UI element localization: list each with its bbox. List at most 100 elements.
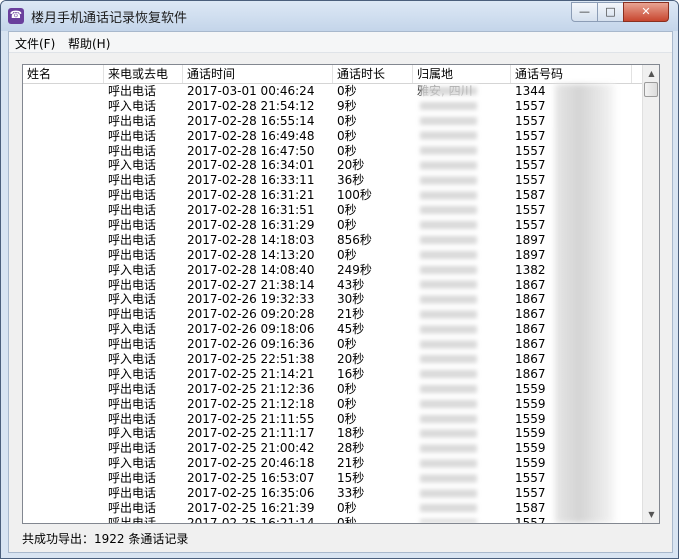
table-cell: 呼出电话: [108, 441, 157, 456]
table-row[interactable]: 呼出电话 2017-02-25 21:12:36 0秒 1559: [23, 382, 643, 397]
table-cell: [27, 397, 103, 412]
table-cell: [27, 173, 103, 188]
table-row[interactable]: 呼出电话2017-03-01 00:46:240秒雅安, 四川1344: [23, 84, 643, 99]
table-cell: 20秒: [337, 352, 365, 367]
table-cell: [27, 158, 103, 173]
table-row[interactable]: 呼出电话 2017-02-28 16:31:21 100秒 1587: [23, 188, 643, 203]
table-cell: 2017-02-28 14:18:03: [187, 232, 315, 247]
table-row[interactable]: 呼出电话 2017-02-28 14:18:03 856秒 1897: [23, 233, 643, 248]
table-row[interactable]: 呼出电话 2017-02-25 21:11:55 0秒 1559: [23, 412, 643, 427]
table-cell: 33秒: [337, 486, 365, 501]
vertical-scrollbar[interactable]: ▲ ▼: [642, 65, 659, 523]
table-row[interactable]: 呼入电话 2017-02-26 19:32:33 30秒 1867: [23, 292, 643, 307]
table-row[interactable]: 呼出电话 2017-02-28 16:31:29 0秒 1557: [23, 218, 643, 233]
table-cell: 2017-02-26 09:16:36: [187, 337, 315, 352]
minimize-button[interactable]: —: [571, 2, 598, 22]
table-cell: 2017-02-28 16:55:14: [187, 113, 315, 128]
column-header-location[interactable]: 归属地: [413, 65, 511, 83]
table-cell: 2017-02-28 14:08:40: [187, 262, 315, 277]
table-row[interactable]: 呼出电话 2017-02-27 21:38:14 43秒 1867: [23, 278, 643, 293]
table-cell: 249秒: [337, 262, 372, 277]
column-header-number[interactable]: 通话号码: [511, 65, 632, 83]
status-text: 共成功导出：1922 条通话记录: [22, 532, 189, 546]
scroll-down-icon[interactable]: ▼: [644, 507, 659, 522]
table-cell: 呼入电话: [108, 456, 157, 471]
column-header-name[interactable]: 姓名: [23, 65, 104, 83]
table-cell: 0秒: [337, 337, 357, 352]
call-log-list[interactable]: 姓名 来电或去电 通话时间 通话时长 归属地 通话号码 呼出电话 2017-03-…: [22, 64, 660, 524]
table-cell: 36秒: [337, 173, 365, 188]
table-row[interactable]: 呼入电话 2017-02-25 21:14:21 16秒 1867: [23, 367, 643, 382]
table-cell: 2017-02-25 16:21:14: [187, 515, 315, 523]
table-row[interactable]: 呼出电话 2017-02-25 16:53:07 15秒 1557: [23, 471, 643, 486]
table-cell: 呼出电话: [108, 396, 157, 411]
scrollbar-thumb[interactable]: [644, 82, 658, 97]
table-cell: 100秒: [337, 188, 372, 203]
table-cell: 2017-02-25 21:11:55: [187, 411, 315, 426]
table-row[interactable]: 呼出电话 2017-02-28 14:13:20 0秒 1897: [23, 248, 643, 263]
table-cell: 呼出电话: [108, 500, 157, 515]
table-cell: 呼出电话: [108, 381, 157, 396]
table-row[interactable]: 呼入电话 2017-02-26 09:18:06 45秒 1867: [23, 322, 643, 337]
close-button[interactable]: ✕: [623, 2, 669, 22]
table-cell: 0秒: [337, 411, 357, 426]
table-cell: [27, 188, 103, 203]
table-row[interactable]: 呼入电话 2017-02-25 22:51:38 20秒 1867: [23, 352, 643, 367]
table-row[interactable]: 呼入电话 2017-02-28 16:34:01 20秒 1557: [23, 158, 643, 173]
table-cell: 呼入电话: [108, 366, 157, 381]
table-row[interactable]: 呼入电话 2017-02-28 21:54:12 9秒 1557: [23, 99, 643, 114]
table-cell: 2017-02-28 16:47:50: [187, 143, 315, 158]
table-row[interactable]: 呼出电话 2017-02-25 21:12:18 0秒 1559: [23, 397, 643, 412]
table-row[interactable]: 呼入电话 2017-02-25 20:46:18 21秒 1559: [23, 456, 643, 471]
table-row[interactable]: 呼出电话 2017-02-28 16:31:51 0秒 1557: [23, 203, 643, 218]
table-cell: 2017-02-28 16:34:01: [187, 158, 315, 173]
redacted-location-blur: [420, 84, 477, 523]
table-cell: 呼出电话: [108, 411, 157, 426]
table-cell: [27, 99, 103, 114]
table-row[interactable]: 呼出电话 2017-02-28 16:47:50 0秒 1557: [23, 144, 643, 159]
table-cell: 2017-02-28 14:13:20: [187, 247, 315, 262]
table-row[interactable]: 呼出电话 2017-02-28 16:33:11 36秒 1557: [23, 173, 643, 188]
table-row[interactable]: 呼出电话 2017-02-28 16:49:48 0秒 1557: [23, 129, 643, 144]
table-row[interactable]: 呼出电话 2017-02-26 09:20:28 21秒 1867: [23, 307, 643, 322]
menu-help[interactable]: 帮助(H): [68, 35, 110, 52]
table-cell: 2017-02-27 21:38:14: [187, 277, 315, 292]
column-header-direction[interactable]: 来电或去电: [104, 65, 183, 83]
table-cell: 呼出电话: [108, 84, 157, 98]
table-row[interactable]: 呼出电话 2017-02-25 16:21:14 0秒 1557: [23, 516, 643, 523]
scroll-up-icon[interactable]: ▲: [644, 66, 659, 81]
table-cell: 0秒: [337, 203, 357, 218]
column-header-time[interactable]: 通话时间: [183, 65, 333, 83]
table-cell: 0秒: [337, 128, 357, 143]
table-row[interactable]: 呼入电话 2017-02-25 21:11:17 18秒 1559: [23, 426, 643, 441]
table-cell: 20秒: [337, 158, 365, 173]
table-cell: 0秒: [337, 218, 357, 233]
table-row[interactable]: 呼出电话 2017-02-25 16:35:06 33秒 1557: [23, 486, 643, 501]
list-header: 姓名 来电或去电 通话时间 通话时长 归属地 通话号码: [23, 65, 643, 84]
table-cell: 2017-02-25 16:53:07: [187, 471, 315, 486]
table-cell: 呼入电话: [108, 426, 157, 441]
maximize-button[interactable]: □: [597, 2, 624, 22]
table-row[interactable]: 呼入电话 2017-02-28 14:08:40 249秒 1382: [23, 263, 643, 278]
column-header-duration[interactable]: 通话时长: [333, 65, 413, 83]
table-row[interactable]: 呼出电话 2017-02-25 16:21:39 0秒 1587: [23, 501, 643, 516]
table-cell: [27, 233, 103, 248]
table-cell: 呼入电话: [108, 98, 157, 113]
table-cell: 21秒: [337, 456, 365, 471]
table-row[interactable]: 呼出电话 2017-02-26 09:16:36 0秒 1867: [23, 337, 643, 352]
table-cell: [27, 84, 103, 99]
table-cell: 28秒: [337, 441, 365, 456]
table-cell: 2017-02-25 16:35:06: [187, 486, 315, 501]
table-row[interactable]: 呼出电话 2017-02-28 16:55:14 0秒 1557: [23, 114, 643, 129]
table-cell: 856秒: [337, 232, 372, 247]
table-cell: 呼出电话: [108, 515, 157, 523]
table-cell: 呼出电话: [108, 277, 157, 292]
table-cell: 2017-02-26 19:32:33: [187, 292, 315, 307]
title-bar[interactable]: ☎ 楼月手机通话记录恢复软件 — □ ✕: [1, 1, 678, 31]
table-cell: 呼出电话: [108, 471, 157, 486]
table-cell: 0秒: [337, 500, 357, 515]
table-cell: [27, 337, 103, 352]
table-row[interactable]: 呼出电话 2017-02-25 21:00:42 28秒 1559: [23, 441, 643, 456]
table-cell: 2017-02-25 20:46:18: [187, 456, 315, 471]
menu-file[interactable]: 文件(F): [15, 35, 55, 52]
